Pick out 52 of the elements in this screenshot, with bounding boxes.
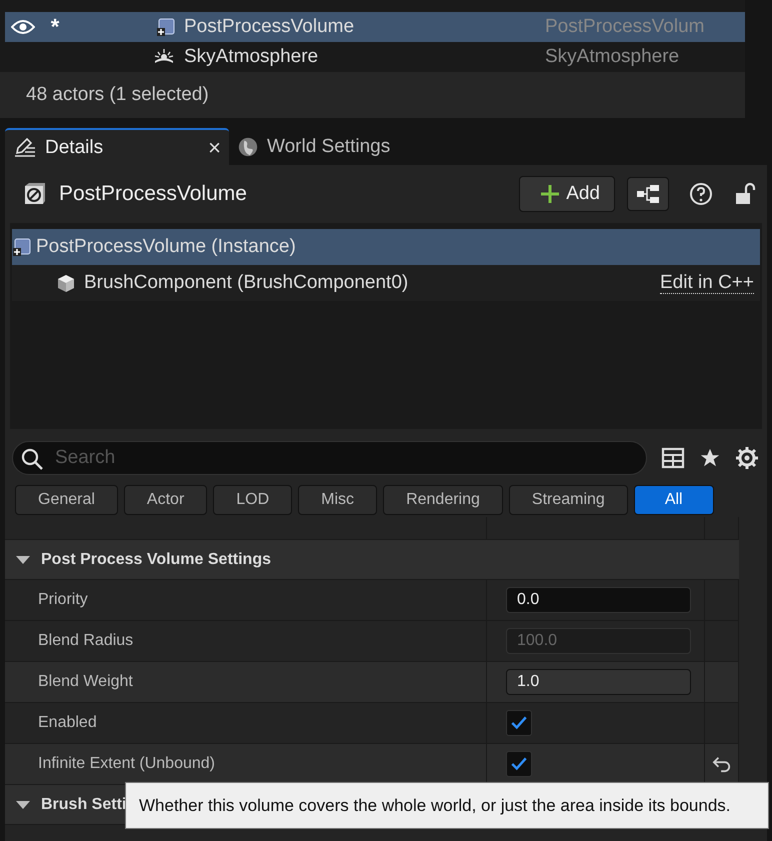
number-field[interactable]: 1.0 <box>506 669 691 695</box>
filter-button[interactable]: All <box>634 485 714 515</box>
filter-button[interactable]: Misc <box>298 485 378 515</box>
property-label: Infinite Extent (Unbound) <box>38 755 215 773</box>
globe-icon <box>237 136 259 158</box>
reset-arrow-icon[interactable] <box>710 755 732 773</box>
filter-button[interactable]: LOD <box>213 485 292 515</box>
add-button[interactable]: Add <box>519 176 615 212</box>
outliner-row[interactable]: * PostProcessVolume PostProcessVolum <box>5 12 745 42</box>
category-header[interactable]: Post Process Volume Settings <box>5 540 739 580</box>
actor-type: PostProcessVolum <box>545 16 704 38</box>
property-label: Enabled <box>38 714 97 732</box>
pencil-lines-icon <box>13 136 37 160</box>
close-button[interactable]: × <box>208 134 221 160</box>
checkbox[interactable] <box>506 751 532 777</box>
volume-icon <box>156 17 176 37</box>
check-icon <box>510 755 528 773</box>
component-row[interactable]: BrushComponent (BrushComponent0) Edit in C++ <box>12 265 760 301</box>
outliner-row[interactable]: SkyAtmosphere SkyAtmosphere <box>0 42 745 72</box>
filter-button[interactable]: Actor <box>124 485 208 515</box>
number-field[interactable]: 0.0 <box>506 587 691 613</box>
status-text: 48 actors (1 selected) <box>0 72 745 118</box>
tooltip: Whether this volume covers the whole world, or just the area inside its bounds. <box>125 782 769 829</box>
actor-title: PostProcessVolume <box>59 182 248 206</box>
actor-type: SkyAtmosphere <box>545 46 680 68</box>
hierarchy-icon <box>636 184 660 204</box>
filter-button[interactable]: General <box>15 485 118 515</box>
plus-icon <box>540 184 560 204</box>
filter-button[interactable]: Rendering <box>383 485 503 515</box>
settings-icon[interactable] <box>735 446 759 470</box>
actor-label: SkyAtmosphere <box>184 46 320 68</box>
actor-icon <box>23 182 47 206</box>
property-label: Priority <box>38 591 88 609</box>
star-icon[interactable] <box>699 447 721 469</box>
eye-icon[interactable] <box>10 19 34 35</box>
modified-mark: * <box>50 14 60 40</box>
check-icon <box>510 714 528 732</box>
cube-icon <box>56 273 76 293</box>
panel-tab[interactable]: World Settings <box>229 128 398 165</box>
help-icon[interactable] <box>689 182 713 206</box>
panel-tab[interactable]: Details × <box>5 128 229 165</box>
component-row[interactable]: PostProcessVolume (Instance) <box>12 229 760 265</box>
search-field[interactable]: Search <box>12 441 647 475</box>
checkbox[interactable] <box>506 710 532 736</box>
property-label: Blend Radius <box>38 632 134 650</box>
table-icon[interactable] <box>661 446 685 470</box>
actor-label: PostProcessVolume <box>184 16 356 38</box>
property-label: Blend Weight <box>38 673 133 691</box>
edit-link[interactable]: Edit in C++ <box>660 272 754 294</box>
unlocked-padlock-icon[interactable] <box>733 182 757 206</box>
filter-button[interactable]: Streaming <box>508 485 628 515</box>
blueprint-button[interactable] <box>627 177 669 211</box>
